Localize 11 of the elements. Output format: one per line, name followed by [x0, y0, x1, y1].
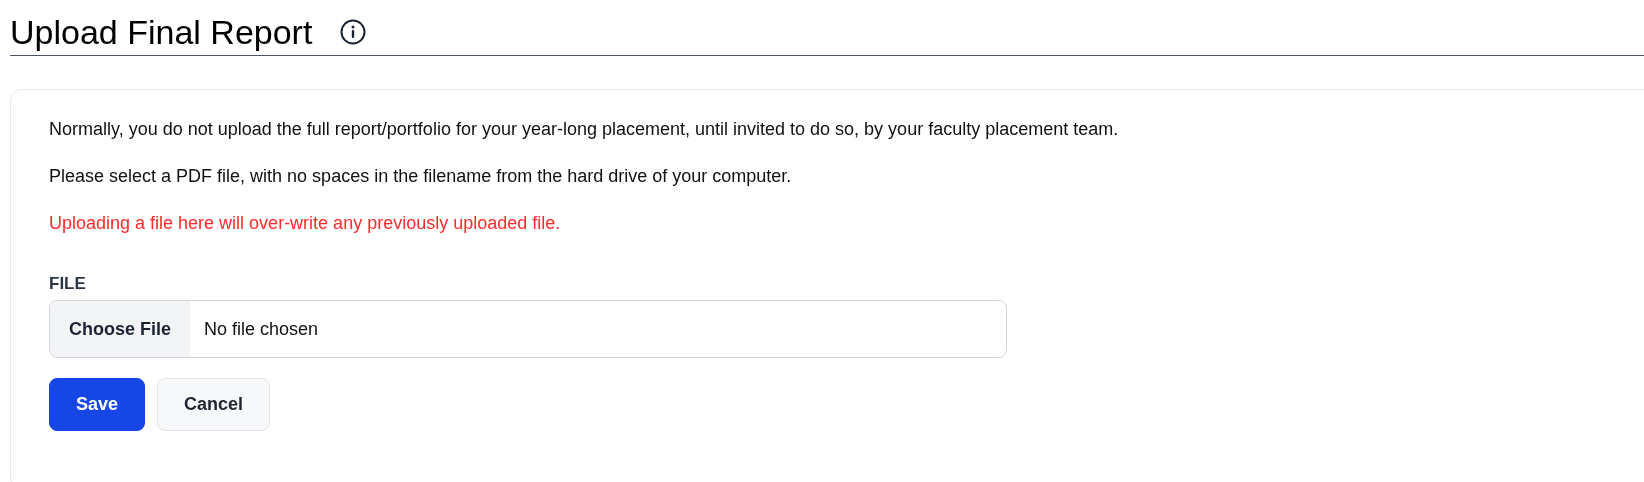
instruction-text: Normally, you do not upload the full report/portfolio for your year-long placement, until invited to do so, by your faculty placement team. — [49, 118, 1120, 140]
file-status: No file chosen — [203, 317, 319, 341]
warning-text: Uploading a file here will over-write any previously uploaded file. — [49, 212, 562, 234]
file-input[interactable]: Choose File No file chosen — [49, 300, 1007, 358]
choose-file-button[interactable]: Choose File — [50, 301, 190, 357]
cancel-button[interactable]: Cancel — [157, 378, 271, 431]
instruction-text: Please select a PDF file, with no spaces in the filename from the hard drive of your computer. — [49, 165, 793, 187]
field-label: FILE — [49, 274, 86, 294]
save-button[interactable]: Save — [49, 378, 146, 431]
page-title: Upload Final Report — [10, 14, 313, 49]
info-icon[interactable] — [340, 18, 367, 45]
